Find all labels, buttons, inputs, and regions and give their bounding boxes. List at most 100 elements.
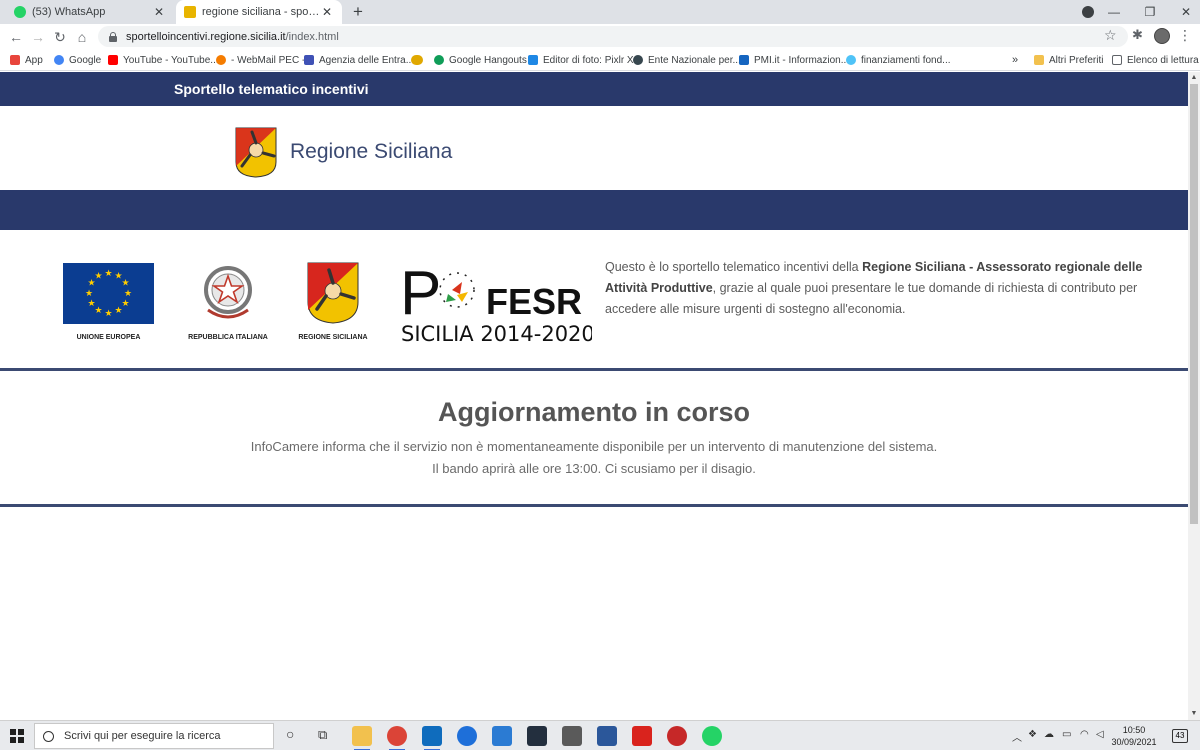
section-divider xyxy=(0,504,1188,507)
svg-text:★: ★ xyxy=(121,299,129,309)
lock-icon[interactable] xyxy=(108,31,118,42)
svg-text:★: ★ xyxy=(124,289,132,299)
bookmark-label: Elenco di lettura xyxy=(1127,54,1199,66)
bookmark-finanziamenti[interactable]: finanziamenti fond... xyxy=(846,52,951,68)
thunderbird-icon[interactable] xyxy=(457,726,477,746)
po-fesr-mark-icon: P FESR SICILIA 2014-2020 xyxy=(400,259,595,346)
logo-caption: UNIONE EUROPEA xyxy=(76,334,141,341)
tab-whatsapp[interactable]: (53) WhatsApp ✕ xyxy=(6,0,174,24)
bookmarks-bar: App Google YouTube - YouTube... - WebMai… xyxy=(0,49,1200,71)
site-topbar: Sportello telematico incentivi xyxy=(0,72,1188,106)
scroll-up-icon[interactable]: ▲ xyxy=(1188,72,1200,84)
close-tab-icon[interactable]: ✕ xyxy=(152,5,166,19)
opening-time-message: Il bando aprirà alle ore 13:00. Ci scusi… xyxy=(432,461,756,476)
pmi-icon xyxy=(739,55,749,65)
bookmark-webmail[interactable]: - WebMail PEC - xyxy=(216,52,305,68)
close-tab-icon[interactable]: ✕ xyxy=(320,5,334,19)
clock-time: 10:50 xyxy=(1122,725,1146,735)
bookmark-pmi[interactable]: PMI.it - Informazion... xyxy=(739,52,849,68)
google-icon xyxy=(54,55,64,65)
bookmark-ente[interactable]: Ente Nazionale per... xyxy=(633,52,741,68)
bookmark-pixlr[interactable]: Editor di foto: Pixlr X xyxy=(528,52,634,68)
acrobat-icon[interactable] xyxy=(632,726,652,746)
cloud-icon[interactable]: ☁ xyxy=(1044,729,1054,740)
fesr-acronym: FESR xyxy=(486,281,582,322)
volume-icon[interactable]: ◁ xyxy=(1096,729,1104,740)
chrome-icon[interactable] xyxy=(387,726,407,750)
bookmark-label: PMI.it - Informazion... xyxy=(754,54,850,66)
back-icon[interactable]: ← xyxy=(6,27,26,47)
dropbox-icon[interactable]: ❖ xyxy=(1028,729,1037,740)
wifi-icon[interactable]: ◠ xyxy=(1080,729,1089,740)
menu-icon[interactable]: ⋮ xyxy=(1178,27,1192,44)
svg-text:★: ★ xyxy=(85,289,93,299)
whatsapp-icon[interactable] xyxy=(702,726,722,746)
regione-siciliana-crest-icon xyxy=(235,127,277,178)
bookmark-agenzia[interactable]: Agenzia delle Entra... xyxy=(304,52,414,68)
tab-search-icon[interactable] xyxy=(1082,6,1094,18)
bookmarks-overflow-button[interactable]: » xyxy=(1012,52,1018,68)
page-scrollbar[interactable]: ▲ ▼ xyxy=(1188,72,1200,720)
bookmark-star-icon[interactable]: ☆ xyxy=(1104,27,1117,44)
brand-name: Regione Siciliana xyxy=(290,140,453,163)
calculator-icon[interactable] xyxy=(562,726,582,746)
reading-list-icon xyxy=(1112,55,1122,65)
extensions-icon[interactable]: ✱ xyxy=(1132,27,1143,43)
task-view-icon[interactable]: ⧉ xyxy=(318,727,327,743)
notification-center-icon[interactable]: 43 xyxy=(1172,729,1188,743)
web-page: Sportello telematico incentivi Regione S… xyxy=(0,72,1188,720)
battery-icon[interactable]: ▭ xyxy=(1062,729,1071,740)
minimize-icon[interactable]: — xyxy=(1096,5,1132,19)
tab-regione-siciliana[interactable]: regione siciliana - sportello telem ✕ xyxy=(176,0,342,24)
cortana-icon[interactable]: ○ xyxy=(286,726,294,742)
bookmark-google[interactable]: Google xyxy=(54,52,101,68)
reload-icon[interactable]: ↻ xyxy=(50,27,70,47)
close-window-icon[interactable]: ✕ xyxy=(1168,5,1200,19)
scroll-thumb[interactable] xyxy=(1190,84,1198,524)
intro-before: Questo è lo sportello telematico incenti… xyxy=(605,260,863,274)
svg-text:★: ★ xyxy=(94,272,102,282)
profile-avatar[interactable] xyxy=(1154,28,1170,44)
url-host: sportelloincentivi.regione.sicilia.it xyxy=(126,30,286,43)
app-red-icon[interactable] xyxy=(667,726,687,746)
forward-icon[interactable]: → xyxy=(28,27,48,47)
brand-header[interactable]: Regione Siciliana xyxy=(234,126,452,178)
apps-grid-icon xyxy=(10,55,20,65)
pixlr-icon xyxy=(528,55,538,65)
file-explorer-icon[interactable] xyxy=(352,726,372,750)
svg-text:★: ★ xyxy=(104,309,112,319)
search-placeholder: Scrivi qui per eseguire la ricerca xyxy=(64,730,221,742)
windows-start-icon[interactable] xyxy=(10,729,24,743)
trinacria-icon xyxy=(307,262,359,324)
new-tab-button[interactable]: + xyxy=(348,2,368,22)
bookmark-label: finanziamenti fond... xyxy=(861,54,951,66)
site-title[interactable]: Sportello telematico incentivi xyxy=(174,81,369,97)
webmail-icon xyxy=(216,55,226,65)
outlook-icon[interactable] xyxy=(422,726,442,750)
bookmark-label: YouTube - YouTube... xyxy=(123,54,219,66)
svg-text:★: ★ xyxy=(87,299,95,309)
eu-stars-icon: ★ ★★ ★★★ ★★★ ★★★ xyxy=(85,269,132,319)
scroll-down-icon[interactable]: ▼ xyxy=(1188,708,1200,720)
tab-title: (53) WhatsApp xyxy=(32,6,106,18)
logo-caption: REPUBBLICA ITALIANA xyxy=(188,334,268,341)
bookmark-app[interactable]: App xyxy=(10,52,43,68)
taskbar-search[interactable]: Scrivi qui per eseguire la ricerca xyxy=(34,723,274,749)
fesr-letter: P xyxy=(400,260,441,328)
italian-republic-emblem-icon xyxy=(204,266,252,319)
other-bookmarks[interactable]: Altri Preferiti xyxy=(1034,52,1103,68)
bookmark-link[interactable] xyxy=(411,52,428,68)
url-path: /index.html xyxy=(285,30,339,43)
home-icon[interactable]: ⌂ xyxy=(72,27,92,47)
prime-video-icon[interactable] xyxy=(527,726,547,746)
reading-list[interactable]: Elenco di lettura xyxy=(1112,52,1199,68)
restore-icon[interactable]: ❐ xyxy=(1132,5,1168,19)
photos-icon[interactable] xyxy=(492,726,512,746)
bookmark-youtube[interactable]: YouTube - YouTube... xyxy=(108,52,219,68)
logo-caption: REGIONE SICILIANA xyxy=(298,334,368,341)
address-bar[interactable]: sportelloincentivi.regione.sicilia.it/in… xyxy=(98,26,1128,47)
word-icon[interactable] xyxy=(597,726,617,746)
bookmark-hangouts[interactable]: Google Hangouts xyxy=(434,52,527,68)
show-hidden-icons-icon[interactable]: ︿ xyxy=(1012,729,1022,744)
taskbar-clock[interactable]: 10:50 30/09/2021 xyxy=(1110,724,1158,748)
